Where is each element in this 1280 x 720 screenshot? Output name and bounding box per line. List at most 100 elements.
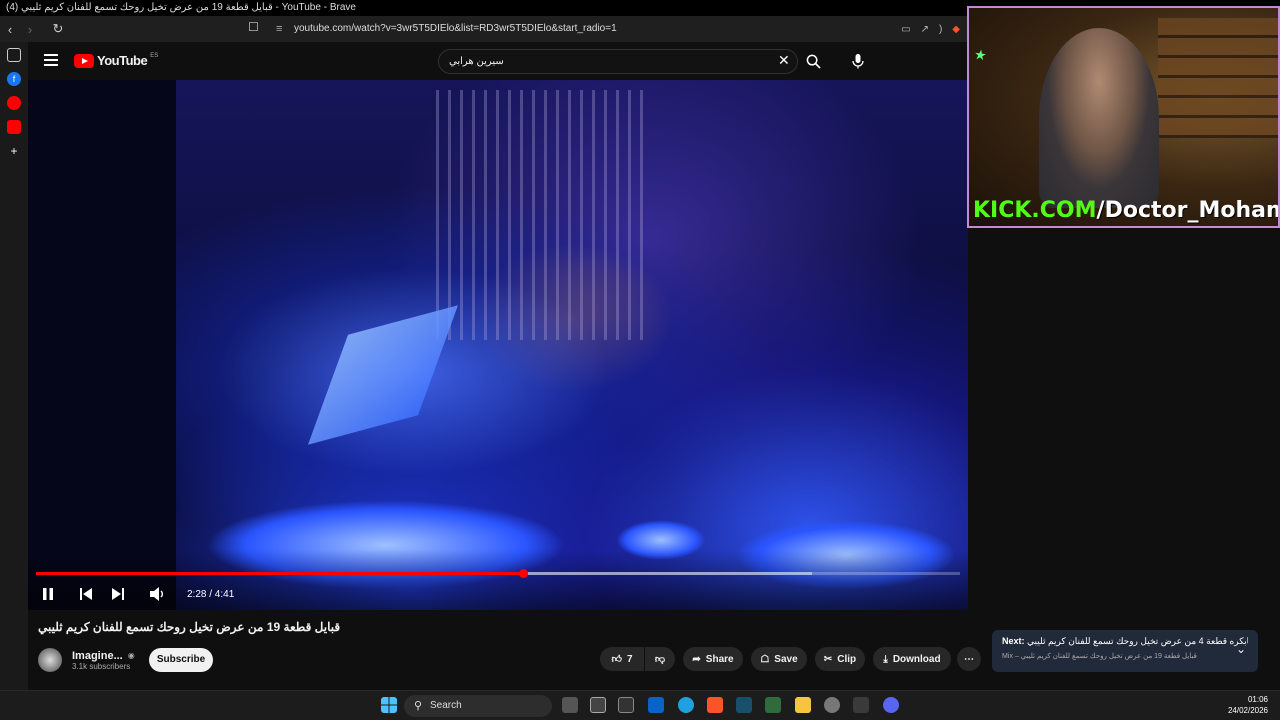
- progress-bar[interactable]: [36, 569, 960, 578]
- taskbar-search-label: Search: [430, 700, 462, 711]
- share-page-icon[interactable]: ↗: [921, 24, 929, 35]
- pause-button[interactable]: [42, 585, 54, 603]
- browser-toolbar: ‹ › ↻ ☐ ≡ youtube.com/watch?v=3wr5T5DIEl…: [0, 16, 968, 42]
- save-icon: ☖: [760, 653, 770, 665]
- task-view-icon[interactable]: [562, 697, 578, 713]
- volume-button[interactable]: [150, 585, 166, 603]
- next-title: يابكره قطعة 4 من عرض تخيل روحك تسمع للفن…: [1027, 636, 1248, 646]
- back-icon[interactable]: ‹: [0, 16, 20, 42]
- share-button[interactable]: ➦ Share: [683, 647, 743, 671]
- clip-label: Clip: [837, 653, 857, 665]
- clip-button[interactable]: ✂ Clip: [815, 647, 865, 671]
- more-actions-button[interactable]: ⋯: [957, 647, 981, 671]
- time-display: 2:28 / 4:41: [187, 588, 235, 600]
- kick-domain: KICK.COM: [973, 198, 1097, 223]
- url-text: youtube.com/watch?v=3wr5T5DIElo&list=RD3…: [294, 23, 617, 34]
- channel-name[interactable]: Imagine...: [72, 650, 123, 662]
- next-subtitle: Mix – قبايل قطعة 19 من عرض تخيل روحك تسم…: [1002, 653, 1197, 660]
- windows-start-icon[interactable]: [381, 697, 397, 713]
- verified-icon: ◉: [127, 651, 135, 660]
- save-button[interactable]: ☖ Save: [751, 647, 807, 671]
- pause-icon: [43, 588, 53, 600]
- video-frame: [176, 80, 968, 610]
- system-clock[interactable]: 01:06 24/02/2026: [1228, 694, 1268, 716]
- calendar-app-icon[interactable]: [590, 697, 606, 713]
- obs-icon[interactable]: [824, 697, 840, 713]
- youtube-wordmark: YouTube: [97, 53, 148, 68]
- youtube-logo[interactable]: YouTube ES: [74, 53, 158, 68]
- played-bar: [36, 572, 523, 575]
- cast-icon[interactable]: ▭: [901, 24, 910, 35]
- facebook-icon[interactable]: f: [7, 72, 21, 86]
- add-panel-icon[interactable]: +: [7, 144, 21, 158]
- up-next-card[interactable]: Next: يابكره قطعة 4 من عرض تخيل روحك تسم…: [992, 630, 1258, 672]
- subscribe-button[interactable]: Subscribe: [149, 648, 213, 672]
- file-explorer-icon[interactable]: [795, 697, 811, 713]
- discord-icon[interactable]: [883, 697, 899, 713]
- dislike-button[interactable]: 👎︎: [645, 647, 675, 671]
- channel-avatar[interactable]: [38, 648, 62, 672]
- forward-icon[interactable]: ›: [20, 16, 40, 42]
- neon-sign: ★: [974, 47, 987, 63]
- video-player[interactable]: imagine 2:28 / 4:41: [28, 80, 968, 610]
- bookshelf: [1158, 18, 1278, 138]
- terminal-icon[interactable]: [618, 697, 634, 713]
- thumbs-down-icon: 👎︎: [654, 654, 666, 665]
- clock-time: 01:06: [1247, 695, 1268, 704]
- address-actions: ▭ ↗ ) ◆: [901, 16, 960, 42]
- address-input[interactable]: ≡ youtube.com/watch?v=3wr5T5DIElo&list=R…: [272, 20, 962, 38]
- streamer: [1039, 28, 1159, 208]
- youtube-music-icon[interactable]: [7, 96, 21, 110]
- clock-date: 24/02/2026: [1227, 706, 1268, 715]
- like-button[interactable]: 👍︎ 7: [600, 647, 644, 671]
- search-icon[interactable]: [806, 54, 821, 69]
- capcut-icon[interactable]: [736, 697, 752, 713]
- webcam-overlay: ★ KICK.COM/Doctor_Mohamed: [967, 6, 1280, 228]
- download-icon: ⤓: [883, 653, 888, 665]
- menu-icon[interactable]: [44, 54, 58, 66]
- youtube-header: YouTube ES سيرين هرابي ✕: [28, 42, 968, 80]
- stream-username: /Doctor_Mohamed: [1096, 198, 1278, 223]
- shields-icon[interactable]: ◆: [952, 24, 960, 35]
- thumbs-up-icon: 👍︎: [611, 654, 622, 665]
- previous-icon: [80, 588, 92, 600]
- like-count: 7: [626, 653, 633, 665]
- share-label: Share: [705, 653, 734, 665]
- save-label: Save: [774, 653, 798, 665]
- reload-icon[interactable]: ↻: [48, 16, 68, 42]
- controls-gradient: [28, 550, 968, 610]
- stream-handle: KICK.COM/Doctor_Mohamed: [973, 198, 1278, 223]
- expand-chevron-icon[interactable]: ⌄: [1236, 642, 1246, 656]
- clear-search-icon[interactable]: ✕: [778, 52, 790, 69]
- sidebar-panel-icon[interactable]: [7, 48, 21, 62]
- more-icon: ⋯: [964, 653, 974, 665]
- download-label: Download: [892, 653, 941, 665]
- edge-icon[interactable]: [678, 697, 694, 713]
- next-button[interactable]: [112, 585, 124, 603]
- youtube-icon[interactable]: [7, 120, 21, 134]
- brave-icon[interactable]: [707, 697, 723, 713]
- channel-row: Imagine... ◉ 3.1k subscribers Subscribe: [38, 645, 213, 675]
- subscriber-count: 3.1k subscribers: [72, 661, 131, 671]
- search-input[interactable]: سيرين هرابي: [438, 49, 798, 74]
- taskbar-search[interactable]: ⚲ Search: [404, 695, 552, 717]
- scissors-icon: ✂: [823, 653, 833, 665]
- bookmark-icon[interactable]: ☐: [248, 20, 259, 34]
- taskbar-search-icon: ⚲: [414, 700, 423, 712]
- video-title: قبايل قطعة 19 من عرض تخيل روحك تسمع للفن…: [38, 620, 341, 634]
- share-icon: ➦: [692, 653, 701, 665]
- browser-sidebar: f +: [0, 42, 28, 690]
- previous-button[interactable]: [80, 585, 92, 603]
- tubular-bells: [436, 90, 646, 340]
- scrubber-handle[interactable]: [518, 569, 528, 578]
- country-code: ES: [150, 52, 159, 59]
- outlook-icon[interactable]: [648, 697, 664, 713]
- taskbar: ⚲ Search 01:06 24/02/2026: [0, 690, 1280, 720]
- site-settings-icon[interactable]: ≡: [276, 20, 282, 38]
- sheets-icon[interactable]: [765, 697, 781, 713]
- next-icon: [112, 588, 124, 600]
- download-button[interactable]: ⤓ Download: [873, 647, 951, 671]
- microphone-icon[interactable]: [850, 53, 866, 69]
- apps-grid-icon[interactable]: [853, 697, 869, 713]
- rss-icon[interactable]: ): [939, 24, 942, 35]
